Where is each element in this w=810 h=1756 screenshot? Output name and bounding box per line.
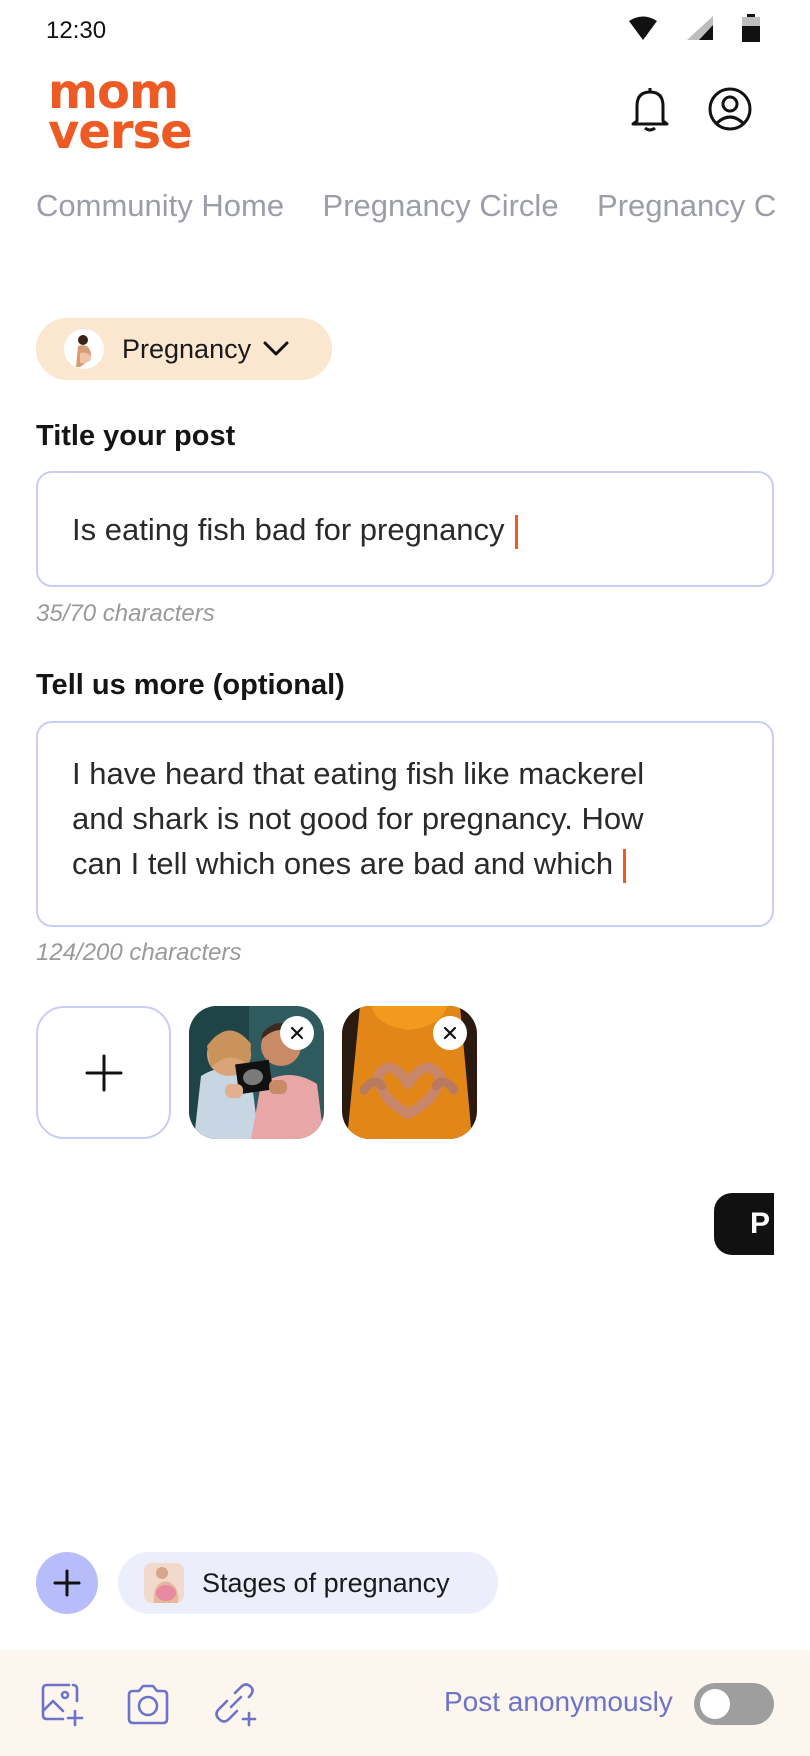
category-label: Pregnancy <box>122 333 252 364</box>
signal-icon <box>687 16 713 40</box>
body-line-last: can I tell which ones are bad and which <box>72 841 644 886</box>
post-button-label: P <box>750 1207 771 1240</box>
post-anonymously-toggle[interactable] <box>694 1683 774 1725</box>
notifications-button[interactable] <box>626 85 674 133</box>
body-char-count: 124/200 characters <box>36 939 242 966</box>
remove-media-button[interactable] <box>280 1016 314 1050</box>
close-icon <box>443 1026 457 1040</box>
post-anonymously-label: Post anonymously <box>444 1686 673 1717</box>
post-button[interactable]: P <box>714 1193 774 1255</box>
remove-media-button[interactable] <box>433 1016 467 1050</box>
community-tabs: Community Home Pregnancy Circle Pregnanc… <box>36 188 810 232</box>
attach-link-button[interactable] <box>210 1680 258 1728</box>
add-image-button[interactable] <box>38 1680 86 1728</box>
text-caret <box>514 514 518 549</box>
pregnancy-stage-icon <box>144 1563 184 1603</box>
plus-icon <box>85 1054 122 1091</box>
add-topic-button[interactable] <box>36 1552 98 1614</box>
status-time: 12:30 <box>46 17 107 44</box>
title-text: Is eating fish bad for pregnancy <box>72 512 505 547</box>
media-thumbnail[interactable] <box>189 1006 324 1139</box>
close-icon <box>290 1026 304 1040</box>
add-image-icon <box>41 1683 84 1727</box>
title-input-value: Is eating fish bad for pregnancy <box>72 507 518 552</box>
logo-bottom: verse <box>48 104 193 160</box>
topic-label: Stages of pregnancy <box>202 1567 450 1598</box>
camera-button[interactable] <box>124 1680 172 1728</box>
momverse-logo[interactable]: mom verse <box>48 68 198 160</box>
app-header: mom verse <box>0 60 810 170</box>
title-label: Title your post <box>36 420 236 452</box>
body-label: Tell us more (optional) <box>36 669 345 701</box>
body-line: I have heard that eating fish like macke… <box>72 756 645 791</box>
status-bar: 12:30 <box>0 0 810 60</box>
toggle-knob <box>700 1689 730 1719</box>
chevron-down-icon <box>263 341 289 356</box>
title-input[interactable]: Is eating fish bad for pregnancy <box>36 471 774 587</box>
bell-icon <box>631 88 669 132</box>
category-selector[interactable]: Pregnancy <box>36 318 332 380</box>
battery-icon <box>742 14 760 42</box>
add-media-button[interactable] <box>36 1006 171 1139</box>
body-line: and shark is not good for pregnancy. How <box>72 801 644 836</box>
camera-icon <box>127 1684 169 1725</box>
tab-community-home[interactable]: Community Home <box>36 188 284 224</box>
profile-icon <box>708 87 752 131</box>
bottom-toolbar: Post anonymously <box>0 1650 810 1756</box>
wifi-icon <box>629 16 657 40</box>
media-thumbnail[interactable] <box>342 1006 477 1139</box>
title-char-count: 35/70 characters <box>36 600 215 627</box>
profile-button[interactable] <box>706 85 754 133</box>
body-textarea[interactable]: I have heard that eating fish like macke… <box>36 721 774 927</box>
tab-pregnancy-circle[interactable]: Pregnancy Circle <box>323 188 559 224</box>
plus-icon <box>53 1569 81 1597</box>
pregnancy-avatar-icon <box>64 329 104 369</box>
status-icons <box>628 14 760 42</box>
attach-link-icon <box>215 1683 257 1727</box>
tab-pregnancy-more[interactable]: Pregnancy C <box>597 188 776 224</box>
body-textarea-value: I have heard that eating fish like macke… <box>72 751 644 886</box>
body-line: can I tell which ones are bad and which <box>72 846 614 881</box>
text-caret <box>623 848 627 883</box>
topic-chip[interactable]: Stages of pregnancy <box>118 1552 498 1614</box>
